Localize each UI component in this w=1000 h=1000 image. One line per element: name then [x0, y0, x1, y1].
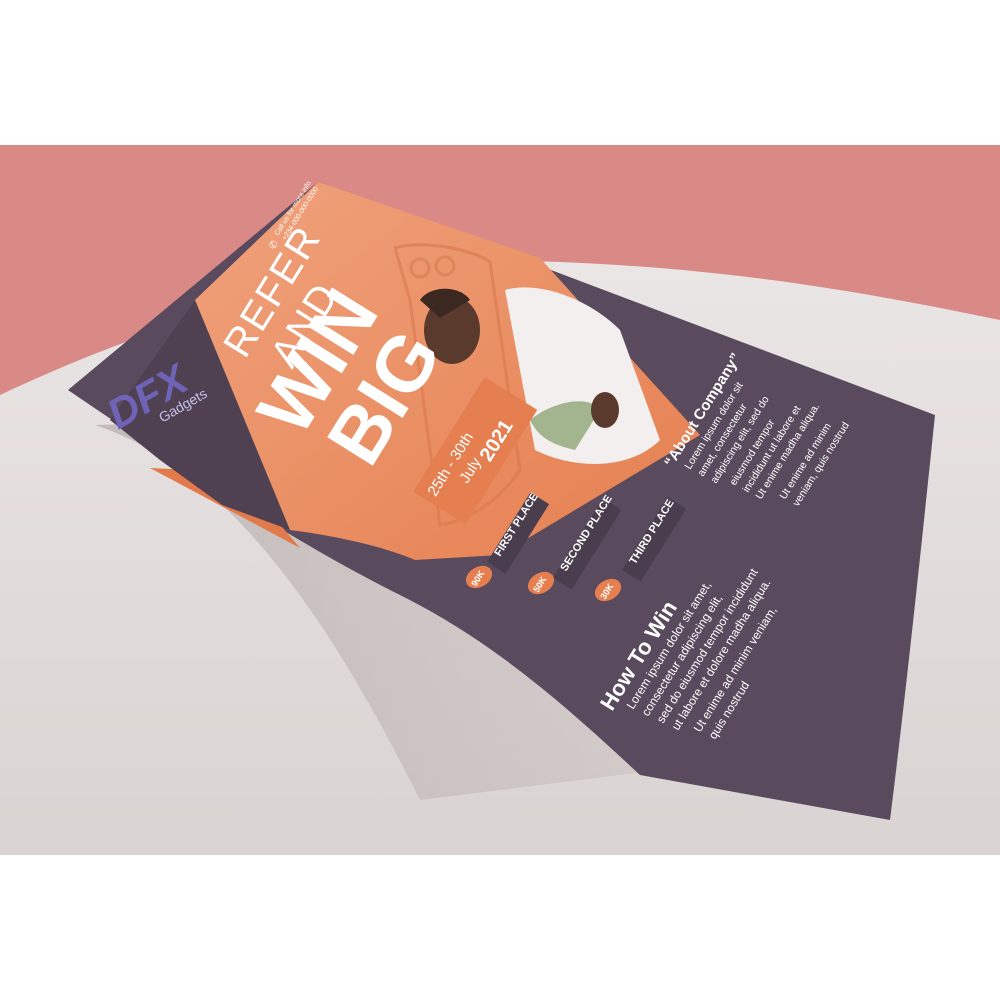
- mockup-scene: ✆ Call us for more info +234-000-000-000…: [0, 0, 1000, 1000]
